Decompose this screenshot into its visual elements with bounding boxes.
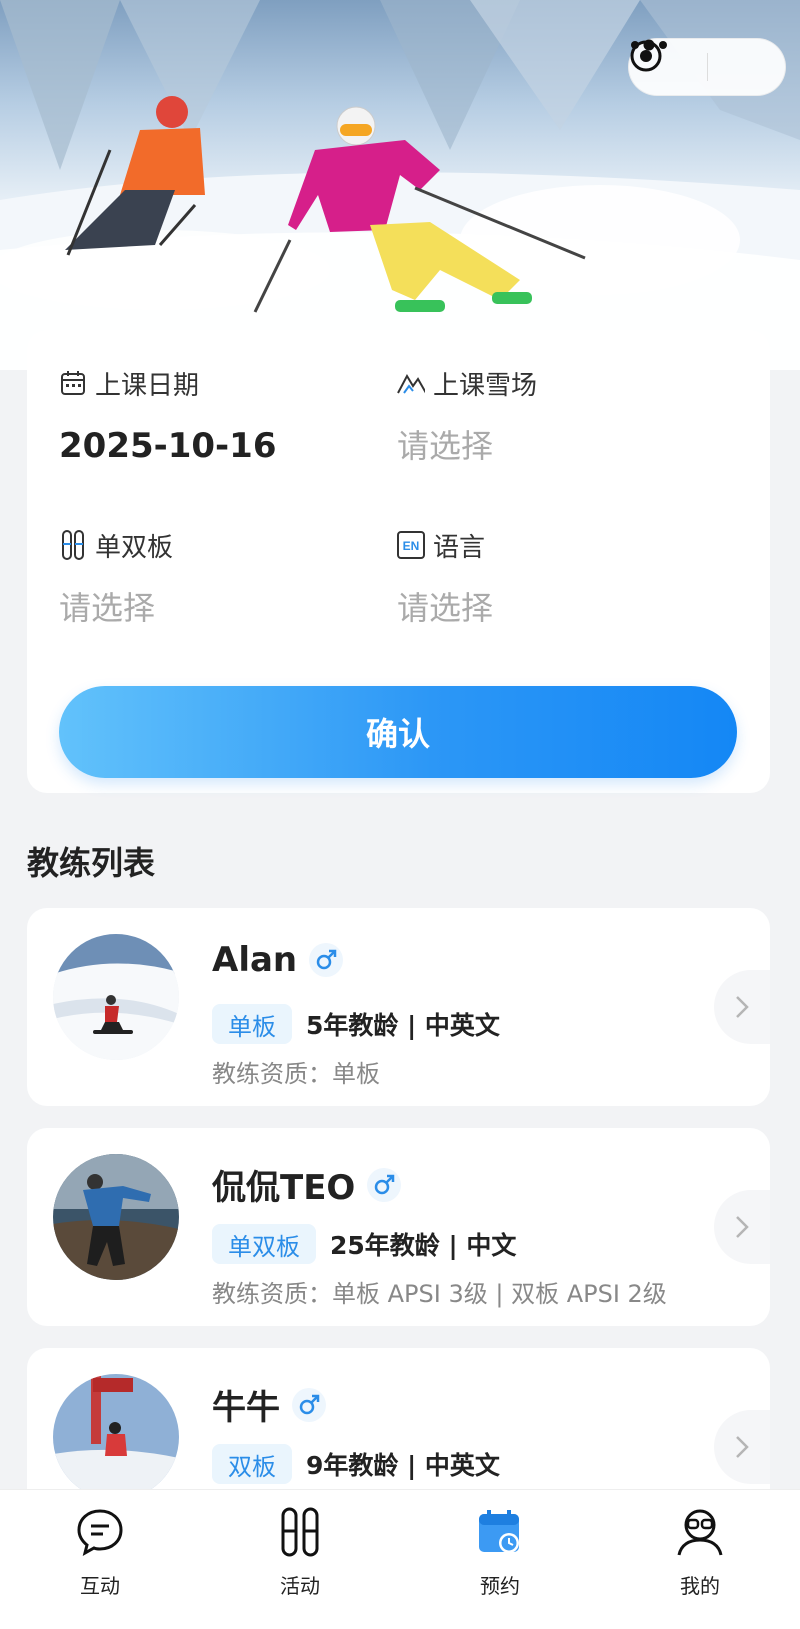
male-icon bbox=[292, 1387, 326, 1422]
date-field-label-row: 上课日期 bbox=[59, 366, 276, 401]
coach-list-title: 教练列表 bbox=[27, 844, 156, 882]
coach-avatar bbox=[53, 934, 179, 1060]
board-type-tag: 单双板 bbox=[212, 1224, 316, 1264]
tab-label: 活动 bbox=[280, 1574, 320, 1598]
close-mini-program-button[interactable] bbox=[630, 39, 786, 95]
male-icon bbox=[367, 1167, 402, 1202]
chevron-right-icon bbox=[736, 996, 749, 1018]
profile-icon bbox=[672, 1504, 728, 1560]
bottom-tab-bar: 互动 活动 预约 我的 bbox=[0, 1489, 800, 1629]
language-field[interactable]: EN 语言 请选择 bbox=[397, 528, 493, 628]
board-type-tag: 双板 bbox=[212, 1444, 292, 1484]
confirm-button[interactable]: 确认 bbox=[59, 686, 737, 778]
mini-program-capsule bbox=[628, 38, 786, 96]
tab-interaction[interactable]: 互动 bbox=[0, 1490, 200, 1629]
ski-boards-icon bbox=[59, 530, 87, 560]
coach-detail-button[interactable] bbox=[714, 1190, 770, 1264]
resort-field-label-row: 上课雪场 bbox=[397, 366, 538, 401]
coach-avatar bbox=[53, 1154, 179, 1280]
chevron-right-icon bbox=[736, 1216, 749, 1238]
tab-activities[interactable]: 活动 bbox=[200, 1490, 400, 1629]
svg-text:EN: EN bbox=[403, 539, 420, 553]
board-type-tag: 单板 bbox=[212, 1004, 292, 1044]
coach-meta-row: 单双板 25年教龄 | 中文 bbox=[212, 1224, 516, 1264]
coach-card[interactable]: Alan 单板 5年教龄 | 中英文 教练资质：单板 bbox=[27, 908, 770, 1106]
coach-experience: 9年教龄 | 中英文 bbox=[306, 1451, 500, 1480]
board-type-field[interactable]: 单双板 请选择 bbox=[59, 528, 173, 628]
coach-experience: 25年教龄 | 中文 bbox=[330, 1231, 517, 1260]
coach-name: 侃侃TEO bbox=[212, 1168, 356, 1208]
coach-meta-row: 单板 5年教龄 | 中英文 bbox=[212, 1004, 500, 1044]
coach-avatar bbox=[53, 1374, 179, 1500]
coach-detail-button[interactable] bbox=[714, 970, 770, 1044]
language-label: 语言 bbox=[433, 532, 486, 563]
coach-name: Alan bbox=[212, 940, 298, 980]
resort-value: 请选择 bbox=[397, 427, 494, 465]
tab-label: 预约 bbox=[480, 1574, 520, 1598]
language-field-label-row: EN 语言 bbox=[397, 528, 493, 563]
tab-label: 互动 bbox=[80, 1574, 120, 1598]
coach-qualification: 教练资质：单板 APSI 3级 | 双板 APSI 2级 bbox=[212, 1280, 667, 1308]
tab-booking[interactable]: 预约 bbox=[400, 1490, 600, 1629]
resort-field[interactable]: 上课雪场 请选择 bbox=[397, 366, 537, 466]
coach-name-row: Alan bbox=[212, 940, 344, 980]
board-value: 请选择 bbox=[59, 589, 156, 627]
coach-qualification: 教练资质：单板 bbox=[212, 1060, 380, 1088]
date-value: 2025-10-16 bbox=[59, 426, 277, 466]
date-field[interactable]: 上课日期 2025-10-16 bbox=[59, 366, 277, 467]
coach-meta-row: 双板 9年教龄 | 中英文 bbox=[212, 1444, 500, 1484]
coach-detail-button[interactable] bbox=[714, 1410, 770, 1484]
calendar-clock-icon bbox=[472, 1504, 528, 1560]
chat-icon bbox=[72, 1504, 128, 1560]
board-label: 单双板 bbox=[95, 532, 174, 563]
ski-icon bbox=[272, 1504, 328, 1560]
calendar-icon bbox=[59, 369, 87, 397]
male-icon bbox=[309, 943, 344, 977]
tab-label: 我的 bbox=[680, 1574, 720, 1598]
coach-experience: 5年教龄 | 中英文 bbox=[306, 1011, 500, 1040]
coach-name: 牛牛 bbox=[212, 1388, 280, 1428]
tab-profile[interactable]: 我的 bbox=[600, 1490, 800, 1629]
coach-card[interactable]: 侃侃TEO 单双板 25年教龄 | 中文 教练资质：单板 APSI 3级 | 双… bbox=[27, 1128, 770, 1326]
language-en-icon: EN bbox=[397, 531, 425, 559]
board-field-label-row: 单双板 bbox=[59, 528, 174, 563]
coach-name-row: 牛牛 bbox=[212, 1380, 326, 1429]
booking-filter-card: 上课日期 2025-10-16 上课雪场 请选择 单双板 请选择 EN 语言 请… bbox=[27, 330, 770, 793]
date-label: 上课日期 bbox=[95, 370, 200, 401]
hero-banner bbox=[0, 0, 800, 370]
language-value: 请选择 bbox=[397, 589, 494, 627]
mountain-icon bbox=[397, 369, 425, 397]
chevron-right-icon bbox=[736, 1436, 749, 1458]
resort-label: 上课雪场 bbox=[433, 370, 538, 401]
target-circle-icon bbox=[630, 40, 662, 72]
coach-name-row: 侃侃TEO bbox=[212, 1160, 402, 1209]
